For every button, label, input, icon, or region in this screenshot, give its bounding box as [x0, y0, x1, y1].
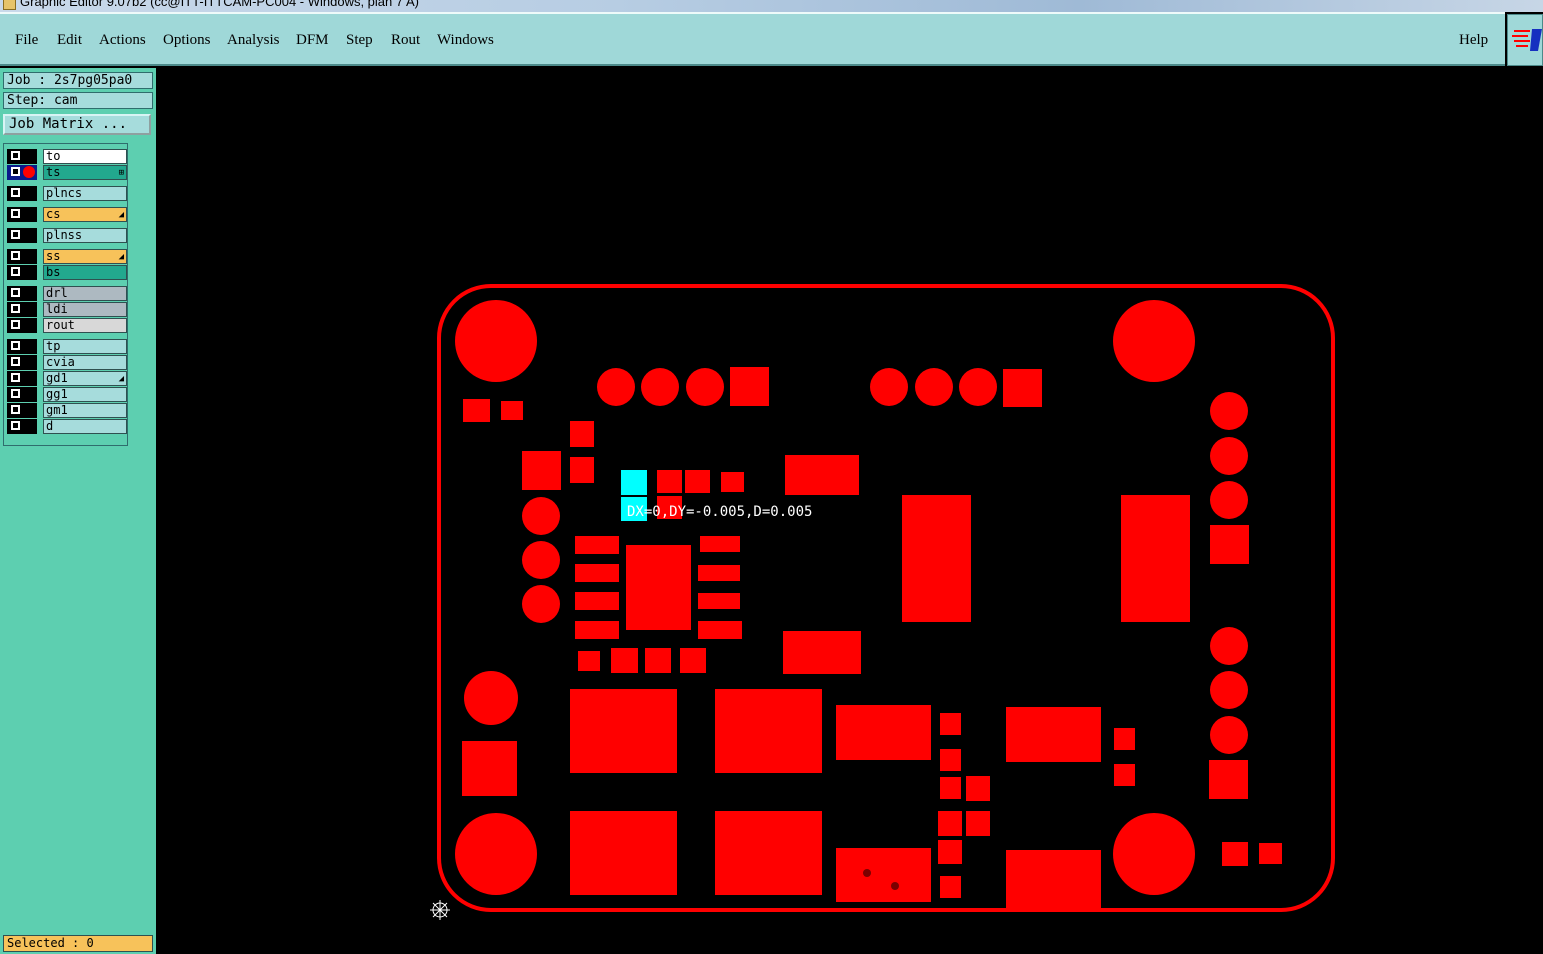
pad — [501, 401, 523, 420]
pad — [686, 368, 724, 406]
pad — [1210, 716, 1248, 754]
ic-pin — [698, 621, 742, 639]
pad — [645, 648, 671, 673]
pad — [966, 776, 990, 801]
pad — [1210, 525, 1249, 564]
pad — [1210, 671, 1248, 709]
via — [863, 869, 871, 877]
pad — [463, 399, 490, 422]
pad — [902, 495, 971, 622]
pcb-drawing[interactable] — [0, 0, 1543, 954]
pad — [597, 368, 635, 406]
pad — [940, 876, 961, 898]
pad — [1006, 707, 1101, 762]
pad — [1114, 728, 1135, 750]
ic-pin — [698, 593, 740, 609]
mounting-pad — [1113, 300, 1195, 382]
ic-pin — [575, 564, 619, 582]
pad — [1003, 369, 1042, 407]
pad — [1259, 843, 1282, 864]
measurement-readout: DX=0,DY=-0.005,D=0.005 — [627, 504, 813, 520]
pad — [1121, 495, 1190, 622]
pad — [959, 368, 997, 406]
pad — [1209, 760, 1248, 799]
pad — [570, 457, 594, 483]
pad — [836, 705, 931, 760]
pad — [940, 749, 961, 771]
pad — [570, 421, 594, 447]
pad — [641, 368, 679, 406]
pad — [685, 470, 710, 493]
pad — [570, 811, 677, 895]
pad — [464, 671, 518, 725]
ic-pin — [575, 536, 619, 554]
pad — [1006, 850, 1101, 908]
ic-pad — [626, 545, 691, 630]
pad — [870, 368, 908, 406]
pad — [715, 689, 822, 773]
pad — [522, 585, 560, 623]
pad — [1210, 627, 1248, 665]
pad — [940, 713, 961, 735]
pad — [462, 741, 517, 796]
pad — [915, 368, 953, 406]
pad — [940, 777, 961, 799]
via — [891, 882, 899, 890]
pad — [938, 840, 962, 864]
mounting-pad — [455, 813, 537, 895]
selected-pad — [621, 470, 647, 495]
origin-crosshair-icon — [430, 900, 450, 920]
pad — [522, 541, 560, 579]
pad — [1210, 481, 1248, 519]
pad — [966, 811, 990, 836]
pad — [680, 648, 706, 673]
ic-pin — [575, 592, 619, 610]
pad — [721, 472, 744, 492]
pad — [783, 631, 861, 674]
pad — [578, 651, 600, 671]
ic-pin — [700, 536, 740, 552]
pad — [522, 497, 560, 535]
pad — [785, 455, 859, 495]
pad — [1210, 437, 1248, 475]
mounting-pad — [1113, 813, 1195, 895]
pad — [611, 648, 638, 673]
mounting-pad — [455, 300, 537, 382]
pad — [522, 451, 561, 490]
pad — [570, 689, 677, 773]
ic-pin — [575, 621, 619, 639]
pad — [715, 811, 822, 895]
ic-pin — [698, 565, 740, 581]
pad — [1114, 764, 1135, 786]
pad — [657, 470, 682, 493]
pad — [836, 848, 931, 902]
pad — [1222, 842, 1248, 866]
pad — [1210, 392, 1248, 430]
pad — [730, 367, 769, 406]
pad — [938, 811, 962, 836]
